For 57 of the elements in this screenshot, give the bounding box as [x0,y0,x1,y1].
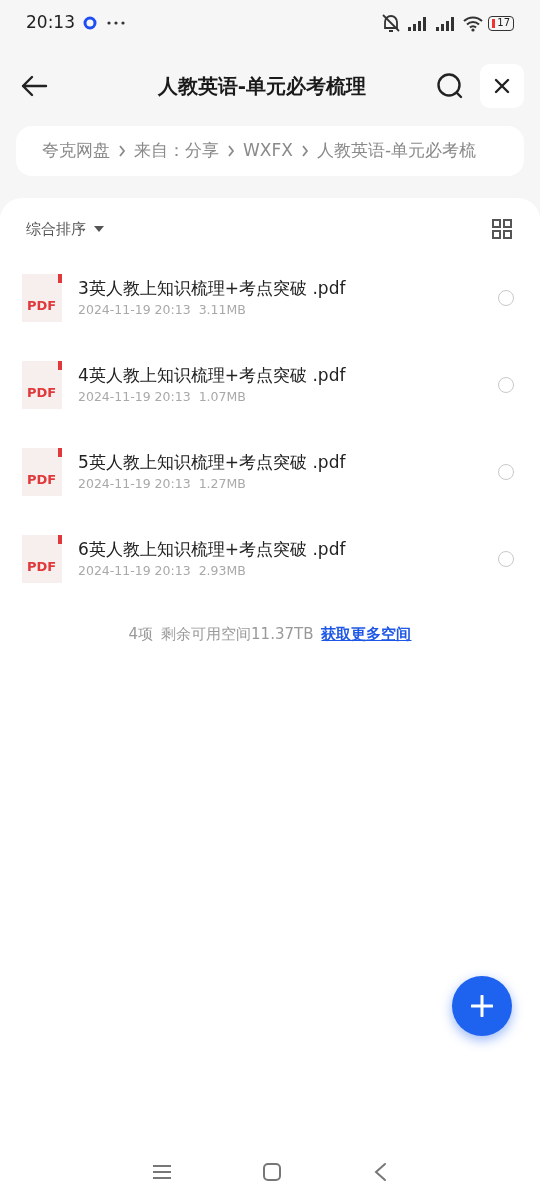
file-name: 5英人教上知识梳理+考点突破 .pdf [78,450,347,474]
back-nav-icon [372,1162,388,1182]
breadcrumb-item[interactable]: 夸克网盘 [42,138,110,164]
back-nav-button[interactable] [372,1162,388,1182]
select-radio[interactable] [498,464,514,480]
file-name: 6英人教上知识梳理+考点突破 .pdf [78,537,347,561]
breadcrumb-item[interactable]: WXFX [243,138,293,164]
file-date: 2024-11-19 20:13 [78,475,191,494]
close-button[interactable] [480,64,524,108]
wifi-icon [462,14,485,32]
file-row[interactable]: PDF 6英人教上知识梳理+考点突破 .pdf 2024-11-19 20:13 2.93MB [0,515,540,603]
file-name: 4英人教上知识梳理+考点突破 .pdf [78,363,347,387]
file-row[interactable]: PDF 4英人教上知识梳理+考点突破 .pdf 2024-11-19 20:13 1.07MB [0,341,540,429]
file-size: 2.93MB [198,562,246,581]
pdf-file-icon: PDF [22,448,62,496]
file-row[interactable]: PDF 3英人教上知识梳理+考点突破 .pdf 2024-11-19 20:13 3.11MB [0,254,540,342]
item-count: 4项 [128,623,154,645]
file-row[interactable]: PDF 5英人教上知识梳理+考点突破 .pdf 2024-11-19 20:13 1.27MB [0,428,540,516]
battery-indicator: 17 [488,15,514,31]
file-date: 2024-11-19 20:13 [78,562,191,581]
grid-icon [492,219,512,240]
status-time: 20:13 [26,11,75,35]
file-name: 3英人教上知识梳理+考点突破 .pdf [78,276,347,300]
chevron-icon [118,145,126,157]
sort-dropdown[interactable]: 综合排序 [26,218,104,241]
menu-icon [152,1164,172,1180]
chevron-icon [300,145,309,157]
notification-icon [83,16,97,30]
pdf-file-icon: PDF [22,274,62,322]
menu-button[interactable] [152,1164,172,1180]
back-button[interactable] [20,74,48,98]
home-button[interactable] [262,1162,282,1182]
select-radio[interactable] [498,377,514,393]
file-size: 3.11MB [198,301,246,320]
storage-remaining: 剩余可用空间11.37TB [161,623,314,645]
grid-view-button[interactable] [492,219,512,240]
file-size: 1.07MB [198,388,246,407]
plus-icon [471,995,493,1017]
file-date: 2024-11-19 20:13 [78,388,191,407]
close-icon [494,78,510,94]
get-more-space-link[interactable]: 获取更多空间 [321,622,412,645]
page-title: 人教英语-单元必考梳理 [156,73,368,100]
more-icon [105,20,127,26]
search-icon [436,72,464,100]
search-button[interactable] [436,72,464,100]
file-size: 1.27MB [198,475,246,494]
select-radio[interactable] [498,551,514,567]
pdf-file-icon: PDF [22,535,62,583]
file-date: 2024-11-19 20:13 [78,301,191,320]
breadcrumb-item[interactable]: 人教英语-单元必考梳 [316,138,477,164]
back-icon [20,74,48,98]
chevron-icon [227,145,235,157]
select-radio[interactable] [498,290,514,306]
pdf-file-icon: PDF [22,361,62,409]
add-button[interactable] [452,976,512,1036]
caret-icon [94,226,104,233]
home-icon [262,1162,282,1182]
